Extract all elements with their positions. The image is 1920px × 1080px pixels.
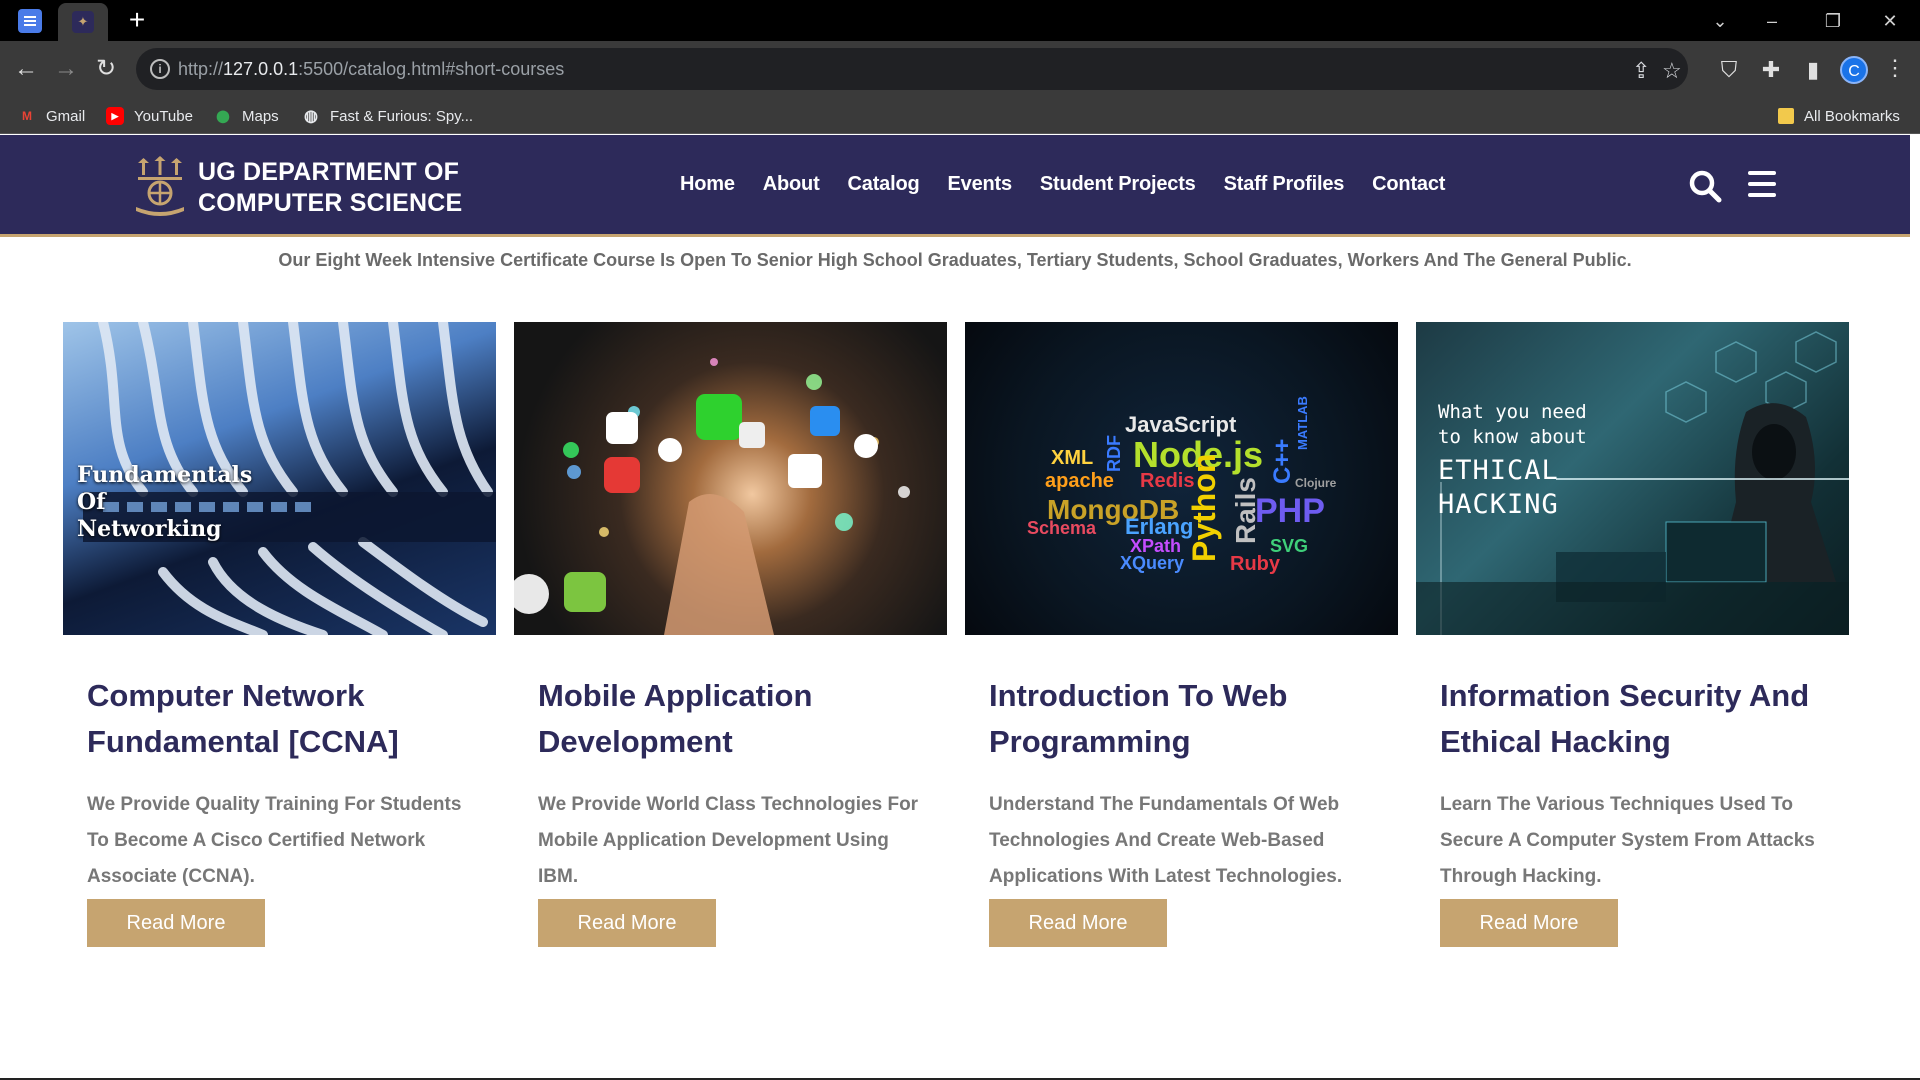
read-more-button[interactable]: Read More: [1440, 899, 1618, 947]
nav-contact[interactable]: Contact: [1372, 173, 1445, 196]
url-text: http://127.0.0.1:5500/catalog.html#short…: [178, 59, 565, 79]
hacking-image-caption-large: ETHICAL HACKING: [1438, 455, 1559, 520]
ethical-hacking-image: What you need to know about ETHICAL HACK…: [1416, 322, 1849, 635]
browser-menu-icon[interactable]: ⋮: [1884, 55, 1906, 81]
tech-word-cloud: JavaScript Node.js XML apache Redis Mong…: [1027, 396, 1337, 575]
course-card-web: JavaScript Node.js XML apache Redis Mong…: [965, 322, 1398, 947]
word-clojure: Clojure: [1295, 476, 1337, 490]
brand-line-1: UG DEPARTMENT OF: [198, 158, 460, 186]
read-more-button[interactable]: Read More: [989, 899, 1167, 947]
intro-text: Our Eight Week Intensive Certificate Cou…: [278, 250, 1632, 270]
word-python: Python: [1186, 454, 1222, 562]
tab-search-chevron-icon[interactable]: ⌄: [1700, 6, 1740, 36]
web-programming-image: JavaScript Node.js XML apache Redis Mong…: [965, 322, 1398, 635]
bookmark-fast-furious[interactable]: ◍ Fast & Furious: Spy...: [302, 104, 473, 128]
word-php: PHP: [1255, 492, 1325, 530]
word-ruby: Ruby: [1230, 553, 1281, 575]
forward-button[interactable]: →: [48, 51, 84, 87]
site-header: UG DEPARTMENT OF COMPUTER SCIENCE Home A…: [0, 135, 1910, 237]
course-card-networking: Fundamentals Of Networking Computer Netw…: [63, 322, 496, 947]
all-bookmarks-folder[interactable]: All Bookmarks: [1778, 104, 1900, 128]
course-card-security: What you need to know about ETHICAL HACK…: [1416, 322, 1849, 947]
docs-tab-icon[interactable]: [18, 9, 42, 33]
course-title[interactable]: Introduction To Web Programming: [989, 673, 1374, 765]
networking-image: Fundamentals Of Networking: [63, 322, 496, 635]
back-button[interactable]: ←: [8, 51, 44, 87]
bookmark-gmail[interactable]: M Gmail: [18, 104, 85, 128]
word-xquery: XQuery: [1120, 553, 1184, 573]
globe-icon: ◍: [304, 108, 318, 125]
restore-button[interactable]: ❐: [1813, 6, 1853, 36]
shield-extension-icon[interactable]: ⛉: [1716, 57, 1742, 83]
course-description: We Provide Quality Training For Students…: [87, 794, 462, 887]
site-brand[interactable]: UG DEPARTMENT OF COMPUTER SCIENCE: [198, 157, 462, 219]
course-title[interactable]: Computer Network Fundamental [CCNA]: [87, 673, 472, 765]
bookmark-star-icon[interactable]: ☆: [1662, 58, 1682, 84]
brand-line-2: COMPUTER SCIENCE: [198, 189, 463, 217]
browser-toolbar: ← → ↻ i http://127.0.0.1:5500/catalog.ht…: [0, 41, 1920, 97]
read-more-button[interactable]: Read More: [87, 899, 265, 947]
ug-crest-logo[interactable]: [132, 155, 188, 217]
word-schema: Schema: [1027, 518, 1097, 538]
site-info-icon[interactable]: i: [150, 59, 170, 79]
bookmark-maps[interactable]: ⬤ Maps: [214, 104, 278, 128]
youtube-icon: ▶: [106, 107, 124, 125]
bookmarks-bar: M Gmail ▶ YouTube ⬤ Maps ◍ Fast & Furious: S…: [0, 97, 1920, 134]
site-favicon-icon: ✦: [72, 11, 94, 33]
word-cpp: C++: [1269, 439, 1296, 484]
folder-icon: [1778, 108, 1794, 124]
main-navigation: Home About Catalog Events Student Projec…: [680, 173, 1445, 196]
side-panel-icon[interactable]: ▮: [1800, 57, 1826, 83]
course-card-mobile: Mobile Application Development We Provid…: [514, 322, 947, 947]
extensions-puzzle-icon[interactable]: ✚: [1758, 57, 1784, 83]
app-icons-art: [514, 358, 910, 635]
word-apache: apache: [1045, 470, 1114, 492]
gmail-icon: M: [22, 109, 32, 123]
course-description: Learn The Various Techniques Used To Sec…: [1440, 794, 1815, 887]
course-title[interactable]: Information Security And Ethical Hacking: [1440, 673, 1825, 765]
profile-avatar[interactable]: C: [1840, 56, 1868, 84]
nav-catalog[interactable]: Catalog: [848, 173, 920, 196]
nav-about[interactable]: About: [763, 173, 820, 196]
new-tab-button[interactable]: +: [122, 6, 152, 36]
maps-icon: ⬤: [216, 109, 230, 123]
word-xml: XML: [1051, 447, 1093, 469]
hamburger-menu-icon[interactable]: [1748, 171, 1776, 197]
browser-tab-strip: ✦ + ⌄ – ❐ ✕: [0, 0, 1920, 41]
nav-events[interactable]: Events: [948, 173, 1013, 196]
bookmark-youtube[interactable]: ▶ YouTube: [106, 104, 193, 128]
share-icon[interactable]: ⇪: [1632, 58, 1650, 84]
nav-staff-profiles[interactable]: Staff Profiles: [1224, 173, 1345, 196]
networking-image-caption: Fundamentals Of Networking: [77, 462, 253, 542]
course-description: We Provide World Class Technologies For …: [538, 794, 919, 887]
read-more-button[interactable]: Read More: [538, 899, 716, 947]
search-icon[interactable]: [1688, 169, 1722, 203]
minimize-button[interactable]: –: [1752, 6, 1792, 36]
nav-student-projects[interactable]: Student Projects: [1040, 173, 1196, 196]
word-rdf: RDF: [1104, 435, 1124, 472]
mobile-apps-image: [514, 322, 947, 635]
active-tab[interactable]: ✦: [58, 3, 108, 41]
hacking-image-caption-small: What you need to know about: [1438, 401, 1587, 448]
course-title[interactable]: Mobile Application Development: [538, 673, 923, 765]
reload-button[interactable]: ↻: [88, 51, 124, 87]
address-bar[interactable]: i http://127.0.0.1:5500/catalog.html#sho…: [136, 48, 1688, 90]
close-window-button[interactable]: ✕: [1870, 6, 1910, 36]
course-description: Understand The Fundamentals Of Web Techn…: [989, 794, 1343, 887]
nav-home[interactable]: Home: [680, 173, 735, 196]
word-matlab: MATLAB: [1295, 396, 1310, 450]
